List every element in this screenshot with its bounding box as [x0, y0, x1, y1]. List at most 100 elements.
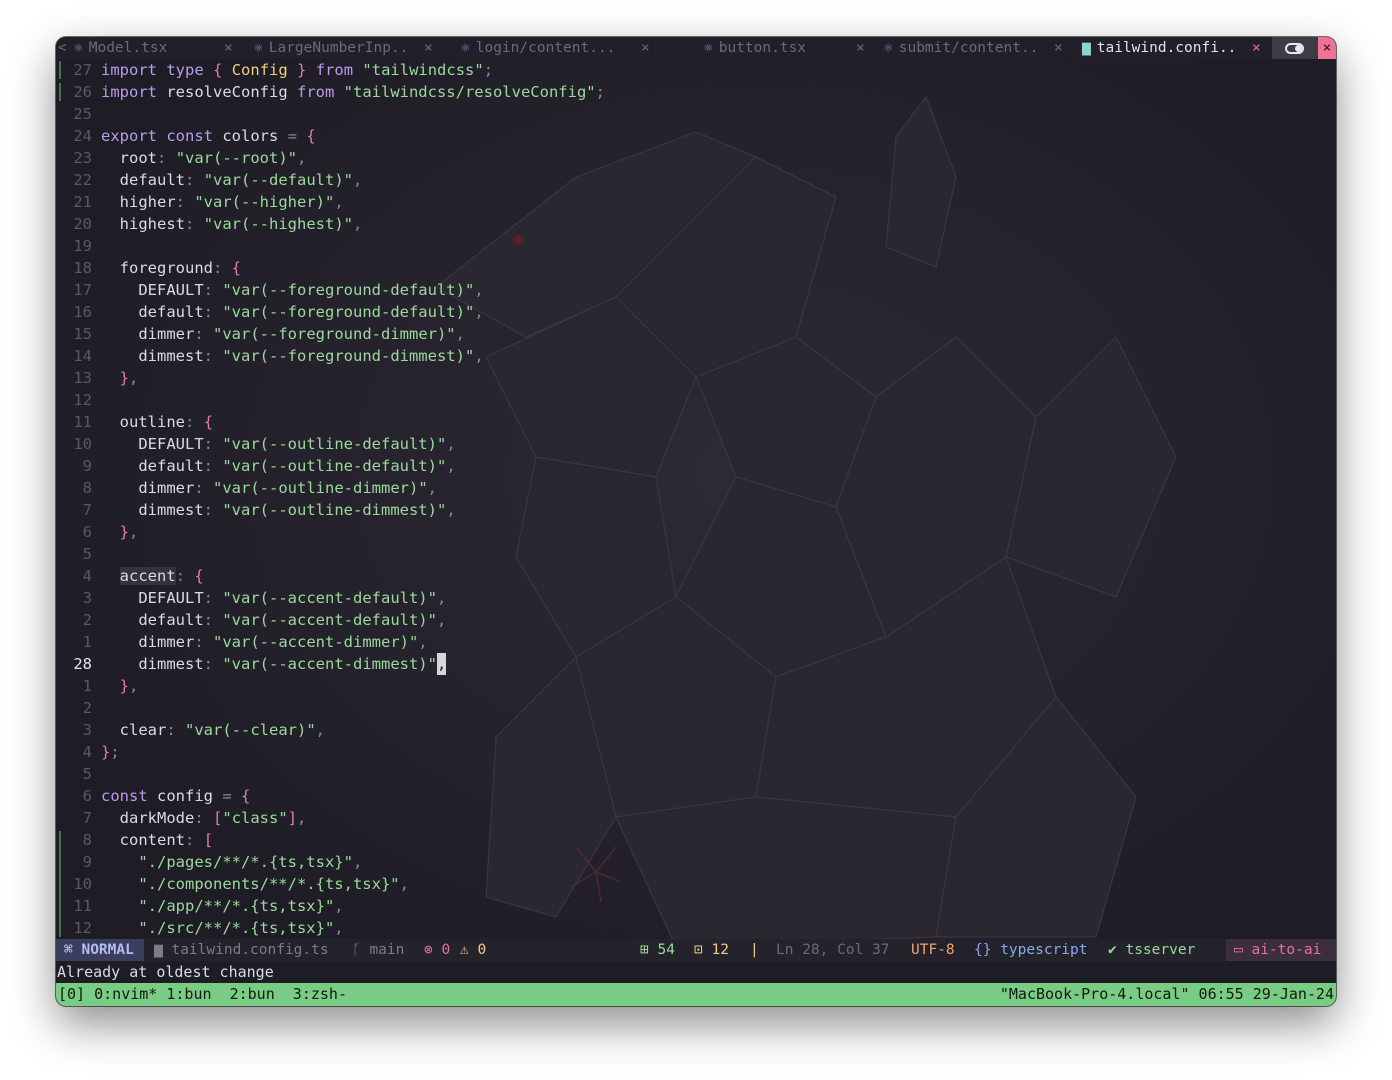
code-text: dimmest: "var(--foreground-dimmest)", — [101, 347, 484, 365]
plus-square-icon: ⊞ — [640, 942, 658, 958]
code-line[interactable]: 11 outline: { — [56, 411, 1336, 433]
mode-badge: ⌘ NORMAL — [56, 939, 144, 961]
code-line[interactable]: 3 clear: "var(--clear)", — [56, 719, 1336, 741]
toggle-icon[interactable] — [1272, 37, 1318, 59]
code-text: clear: "var(--clear)", — [101, 721, 326, 739]
code-text: highest: "var(--highest)", — [101, 215, 363, 233]
code-line[interactable]: 2 — [56, 697, 1336, 719]
tab-model[interactable]: ⚛ Model.tsx × — [74, 37, 233, 59]
code-line[interactable]: 25 — [56, 103, 1336, 125]
line-number: 3 — [82, 589, 92, 607]
tab-tailwind-config[interactable]: ▆ tailwind.confi.. × — [1082, 37, 1261, 59]
tab-close-icon[interactable]: × — [424, 37, 433, 59]
code-line[interactable]: 5 — [56, 543, 1336, 565]
code-text: dimmest: "var(--accent-dimmest)", — [101, 653, 447, 675]
code-line[interactable]: 8 content: [ — [56, 829, 1336, 851]
line-number: 1 — [82, 633, 92, 651]
code-line[interactable]: 10 DEFAULT: "var(--outline-default)", — [56, 433, 1336, 455]
code-line[interactable]: 10 "./components/**/*.{ts,tsx}", — [56, 873, 1336, 895]
window-close-icon[interactable]: × — [1318, 37, 1336, 59]
command-message: Already at oldest change — [56, 961, 1336, 983]
code-line[interactable]: 1 dimmer: "var(--accent-dimmer)", — [56, 631, 1336, 653]
code-line[interactable]: 11 "./app/**/*.{ts,tsx}", — [56, 895, 1336, 917]
tab-label: tailwind.confi.. — [1096, 40, 1237, 56]
tab-submit-content[interactable]: ⚛ submit/content.. × — [884, 37, 1063, 59]
line-number: 6 — [82, 523, 92, 541]
code-line[interactable]: 24 export const colors = { — [56, 125, 1336, 147]
code-line[interactable]: 27 import type { Config } from "tailwindc… — [56, 59, 1336, 81]
status-separator: | — [750, 942, 759, 958]
line-number: 22 — [73, 171, 92, 189]
code-line[interactable]: 23 root: "var(--root)", — [56, 147, 1336, 169]
tmux-host-clock: "MacBook-Pro-4.local" 06:55 29-Jan-24 — [999, 985, 1334, 1003]
code-text: }, — [119, 523, 139, 541]
tab-close-icon[interactable]: × — [224, 37, 233, 59]
code-line[interactable]: 4 accent: { — [56, 565, 1336, 587]
tab-close-icon[interactable]: × — [856, 37, 865, 59]
tab-close-icon[interactable]: × — [1252, 37, 1261, 59]
git-change-marker — [59, 61, 61, 79]
line-number: 27 — [73, 61, 92, 79]
tab-button[interactable]: ⚛ button.tsx × — [704, 37, 865, 59]
tab-close-icon[interactable]: × — [641, 37, 650, 59]
code-line[interactable]: 6 const config = { — [56, 785, 1336, 807]
code-line[interactable]: 13 }, — [56, 367, 1336, 389]
line-number: 21 — [73, 193, 92, 211]
code-line[interactable]: 17 DEFAULT: "var(--foreground-default)", — [56, 279, 1336, 301]
code-line[interactable]: 14 dimmest: "var(--foreground-dimmest)", — [56, 345, 1336, 367]
statusline: ⌘ NORMAL ▆ tailwind.config.ts ᚴ main ⊗ 0… — [56, 939, 1336, 961]
code-line[interactable]: 5 — [56, 763, 1336, 785]
git-branch: ᚴ main — [352, 942, 405, 958]
line-number: 10 — [73, 875, 92, 893]
tab-label: button.tsx — [718, 40, 807, 56]
code-line[interactable]: 20 highest: "var(--highest)", — [56, 213, 1336, 235]
tab-scroll-left-icon[interactable]: < — [58, 37, 67, 59]
code-line[interactable]: 18 foreground: { — [56, 257, 1336, 279]
code-line[interactable]: 15 dimmer: "var(--foreground-dimmer)", — [56, 323, 1336, 345]
code-line[interactable]: 4}; — [56, 741, 1336, 763]
git-change-marker — [59, 83, 61, 101]
code-line[interactable]: 21 higher: "var(--higher)", — [56, 191, 1336, 213]
react-icon: ⚛ — [704, 40, 713, 56]
code-text: }; — [101, 743, 120, 761]
code-line[interactable]: 9 "./pages/**/*.{ts,tsx}", — [56, 851, 1336, 873]
tab-label: login/content... — [475, 40, 616, 56]
code-text: dimmer: "var(--accent-dimmer)", — [101, 633, 428, 651]
line-number: 20 — [73, 215, 92, 233]
git-modified: ⊡ 12 — [694, 942, 729, 958]
code-line[interactable]: 1 }, — [56, 675, 1336, 697]
code-line[interactable]: 8 dimmer: "var(--outline-dimmer)", — [56, 477, 1336, 499]
code-line[interactable]: 28 dimmest: "var(--accent-dimmest)", — [56, 653, 1336, 675]
file-encoding: UTF-8 — [911, 942, 955, 958]
code-line[interactable]: 7 darkMode: ["class"], — [56, 807, 1336, 829]
code-line[interactable]: 9 default: "var(--outline-default)", — [56, 455, 1336, 477]
code-text: default: "var(--accent-default)", — [101, 611, 447, 629]
code-line[interactable]: 26 import resolveConfig from "tailwindcss… — [56, 81, 1336, 103]
terminal-window: < ⚛ Model.tsx × ⚛ LargeNumberInp.. × ⚛ logi… — [56, 37, 1336, 1006]
code-line[interactable]: 22 default: "var(--default)", — [56, 169, 1336, 191]
line-number: 6 — [82, 787, 92, 805]
line-number: 17 — [73, 281, 92, 299]
git-change-marker — [59, 831, 61, 937]
code-line[interactable]: 3 DEFAULT: "var(--accent-default)", — [56, 587, 1336, 609]
code-line[interactable]: 16 default: "var(--foreground-default)", — [56, 301, 1336, 323]
code-editor[interactable]: 27 import type { Config } from "tailwindc… — [56, 59, 1336, 939]
code-line[interactable]: 12 — [56, 389, 1336, 411]
line-number: 3 — [82, 721, 92, 739]
code-line[interactable]: 6 }, — [56, 521, 1336, 543]
code-line[interactable]: 12 "./src/**/*.{ts,tsx}", — [56, 917, 1336, 939]
tab-largenumberinput[interactable]: ⚛ LargeNumberInp.. × — [254, 37, 433, 59]
code-line[interactable]: 7 dimmest: "var(--outline-dimmest)", — [56, 499, 1336, 521]
tab-login-content[interactable]: ⚛ login/content... × — [461, 37, 650, 59]
line-number: 19 — [73, 237, 92, 255]
tmux-window-list[interactable]: [0] 0:nvim* 1:bun 2:bun 3:zsh- — [58, 983, 347, 1006]
line-number: 1 — [82, 677, 92, 695]
code-line[interactable]: 19 — [56, 235, 1336, 257]
code-line[interactable]: 2 default: "var(--accent-default)", — [56, 609, 1336, 631]
code-text: dimmest: "var(--outline-dimmest)", — [101, 501, 456, 519]
code-text: outline: { — [101, 413, 214, 431]
tab-bar: < ⚛ Model.tsx × ⚛ LargeNumberInp.. × ⚛ logi… — [56, 37, 1336, 59]
tab-close-icon[interactable]: × — [1054, 37, 1063, 59]
braces-icon: {} — [974, 942, 1001, 958]
code-text: import type { Config } from "tailwindcss… — [101, 61, 494, 79]
